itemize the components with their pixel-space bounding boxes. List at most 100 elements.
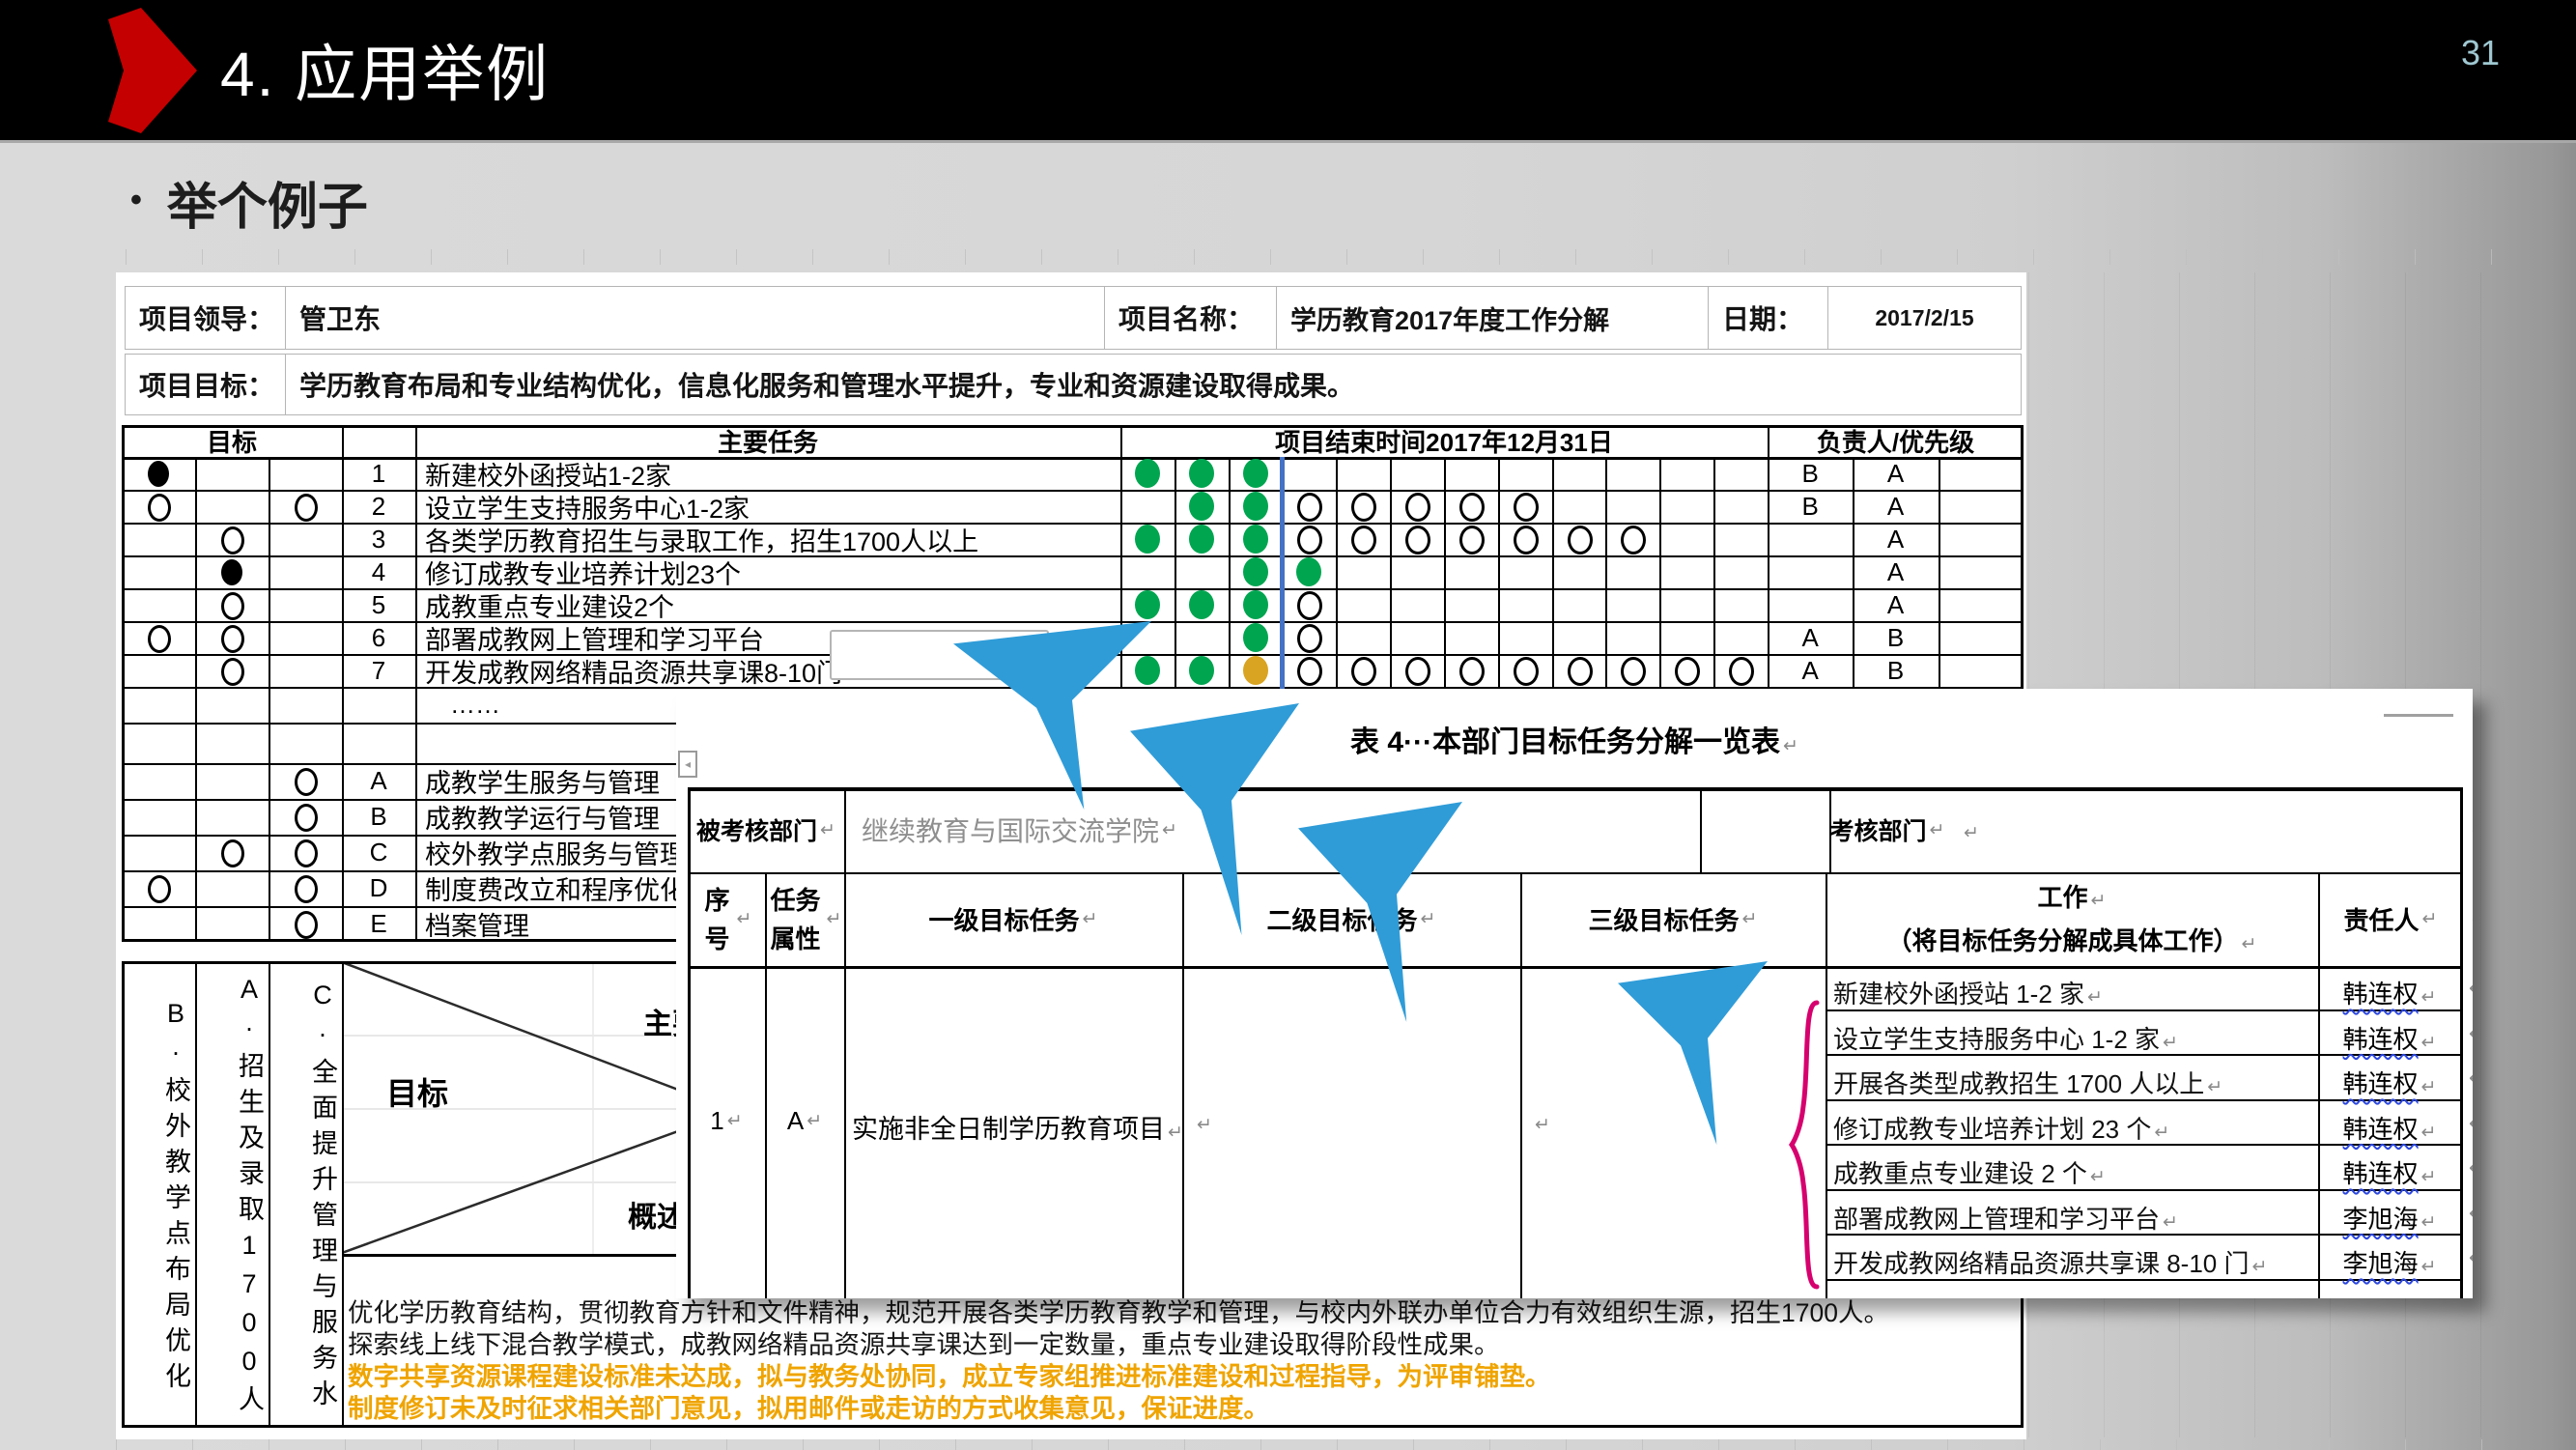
bullet-icon: • (130, 182, 142, 218)
header-bar-shadow (0, 140, 2576, 143)
gantt-dot-green (1135, 590, 1160, 619)
body-attr-text: A (787, 1106, 804, 1136)
table-border (122, 425, 125, 942)
work-item-owner: 韩连权↵ (2318, 975, 2461, 1010)
pilcrow-mark: ↵ (2091, 891, 2107, 911)
body-attr-cell: A↵ (765, 1104, 844, 1137)
letter-row-id: E (342, 906, 415, 942)
goal-mark-circle (295, 839, 318, 867)
task-text: 设立学生支持服务中心1-2家 (425, 490, 1117, 523)
owner-name: 韩连权 (2343, 1025, 2419, 1054)
table-border (122, 425, 2024, 428)
column-ticks-top (126, 249, 2519, 265)
goal-mark-circle (295, 768, 318, 796)
col-header-owner-text: 责任人 (2344, 901, 2420, 937)
owner-name: 韩连权 (2343, 980, 2419, 1009)
task-text: 成教重点专业建设2个 (425, 588, 1117, 621)
goal-mark-filled (148, 461, 169, 487)
work-item-owner: 韩连权↵ (2318, 1020, 2461, 1056)
body-level1-text: 实施非全日制学历教育项目 (852, 1115, 1165, 1144)
task-text: 各类学历教育招生与录取工作，招生1700人以上 (425, 523, 1117, 555)
col-header-work: 工作↵ （将目标任务分解成具体工作）↵ (1826, 878, 2318, 957)
work-item-text: 成教重点专业建设 2 个↵ (1833, 1154, 2311, 1190)
task-number: 7 (342, 654, 415, 687)
vertical-label-b: B·校外教学点布局优化 (122, 975, 195, 1421)
owner-letter: B (1853, 621, 1938, 654)
project-name-label-text: 项目名称： (1118, 299, 1254, 337)
work-item-label: 设立学生支持服务中心 1-2 家 (1833, 1025, 2160, 1054)
goal-mark-filled (221, 559, 242, 585)
task-number: 1 (342, 457, 415, 490)
work-item-owner: 韩连权↵ (2318, 1110, 2461, 1146)
task-number: 2 (342, 490, 415, 523)
body-level3-pilcrow: ↵ (1535, 1114, 1550, 1136)
gantt-dot-green (1189, 492, 1214, 521)
gantt-dot-orange (1243, 656, 1268, 685)
letter-row-id: C (342, 835, 415, 870)
pilcrow-mark: ↵ (2252, 1257, 2268, 1277)
col-header-level3: 三级目标任务↵ (1520, 872, 1826, 966)
gantt-dot-circle (1351, 526, 1376, 554)
col-header-level1-text: 一级目标任务 (929, 901, 1080, 937)
work-item-owner: 韩连权↵ (2318, 1154, 2461, 1190)
gantt-dot-circle (1351, 493, 1376, 522)
ellipsis-cell: …… (450, 687, 605, 723)
gantt-dot-circle (1621, 657, 1646, 686)
goal-mark-circle (148, 875, 171, 903)
blue-arrow-icon (1298, 802, 1462, 1022)
pilcrow-mark: ↵ (1083, 908, 1098, 930)
goal-mark-circle (295, 875, 318, 903)
row-end-mark: ↵ (2469, 1203, 2473, 1225)
goal-mark-circle (221, 625, 244, 653)
vertical-label-c: C·全面提升管理与服务水 (269, 975, 342, 1421)
col-header-attr-text: 任务属性 (768, 881, 824, 958)
pilcrow-mark: ↵ (2421, 1033, 2437, 1053)
overlay-header-divider (688, 966, 2463, 969)
pilcrow-mark: ↵ (2207, 1077, 2222, 1097)
project-name-label: 项目名称： (1104, 286, 1278, 350)
owner-letter: B (1768, 490, 1853, 523)
task-column-header: 主要任务 (415, 425, 1120, 457)
owner-letter: A (1853, 523, 1938, 555)
work-item-owner: 韩连权↵ (2318, 1065, 2461, 1100)
task-number: 5 (342, 588, 415, 621)
gantt-dot-circle (1729, 657, 1754, 686)
gantt-dot-green (1189, 525, 1214, 554)
gantt-dot-green (1243, 623, 1268, 652)
gantt-dot-circle (1514, 657, 1539, 686)
gantt-dot-green (1189, 656, 1214, 685)
gantt-dot-circle (1514, 493, 1539, 522)
project-leader-label: 项目领导： (125, 286, 287, 350)
letter-row-id: A (342, 763, 415, 799)
table-vline (195, 457, 197, 942)
project-goal-label-text: 项目目标： (139, 365, 274, 404)
letter-row-id: B (342, 799, 415, 835)
section-vline (342, 961, 344, 1428)
pilcrow-mark: ↵ (2421, 1123, 2437, 1143)
task-number: 3 (342, 523, 415, 555)
pilcrow-mark: ↵ (1742, 908, 1758, 930)
project-goal-text: 学历教育布局和专业结构优化，信息化服务和管理水平提升，专业和资源建设取得成果。 (299, 365, 1354, 404)
assessed-dept-label: 被考核部门↵ (688, 787, 844, 872)
gantt-dot-green (1189, 459, 1214, 488)
slide: 4. 应用举例 31 •举个例子 项目领导： 管卫东 项目名称： 学历教育201… (0, 0, 2576, 1450)
goal-mark-circle (295, 804, 318, 832)
project-name-value: 学历教育2017年度工作分解 (1276, 286, 1710, 350)
project-goal-label: 项目目标： (125, 354, 287, 415)
summary-line-3: 数字共享资源课程建设标准未达成，拟与教务处协同，成立专家组推进标准建设和过程指导… (348, 1361, 2015, 1393)
gantt-dot-green (1243, 525, 1268, 554)
pilcrow-mark: ↵ (1930, 819, 1945, 841)
assessed-dept-value-text: 继续教育与国际交流学院 (862, 810, 1159, 849)
gantt-dot-green (1189, 590, 1214, 619)
page-number: 31 (2461, 33, 2500, 73)
body-seq-text: 1 (710, 1106, 723, 1136)
table-vline (415, 425, 417, 942)
pilcrow-mark: ↵ (820, 819, 835, 841)
assessed-dept-label-text: 被考核部门 (696, 812, 817, 847)
gantt-dot-circle (1621, 526, 1646, 554)
work-item-label: 成教重点专业建设 2 个 (1833, 1159, 2087, 1188)
gantt-dot-circle (1351, 657, 1376, 686)
project-date-label: 日期： (1708, 286, 1829, 350)
pilcrow-mark: ↵ (727, 1110, 743, 1132)
work-item-text: 部署成教网上管理和学习平台↵ (1833, 1200, 2311, 1236)
